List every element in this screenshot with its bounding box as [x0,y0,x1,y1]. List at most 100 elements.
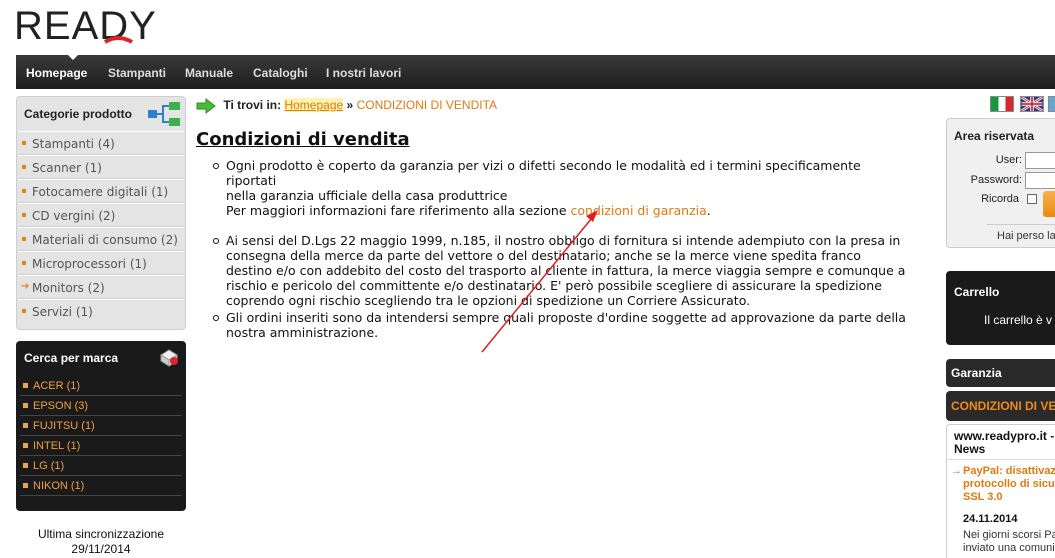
brand-item[interactable]: LG (1) [20,456,182,476]
bullet-icon [23,483,28,488]
category-item[interactable]: Scanner (1) [18,155,184,179]
categories-list: Stampanti (4) Scanner (1) Fotocamere dig… [18,131,184,323]
login-button[interactable] [1043,191,1055,217]
cart-title: Carrello [954,285,1000,299]
password-label: Password: [970,174,1022,186]
category-item[interactable]: Fotocamere digitali (1) [18,179,184,203]
remember-checkbox[interactable] [1027,194,1037,204]
user-input[interactable] [1025,152,1055,169]
list-bullet-icon [213,315,219,321]
garanzia-side-link[interactable]: Garanzia [946,359,1055,387]
nav-stampanti[interactable]: Stampanti [108,66,166,80]
sync-label: Ultima sincronizzazione [37,527,165,541]
other-flag-icon[interactable] [1048,96,1055,112]
bullet-icon [23,423,28,428]
category-item[interactable]: CD vergini (2) [18,203,184,227]
forgot-password-link[interactable]: Hai perso la [997,230,1055,242]
news-excerpt: Nei giorni scorsi Pay inviato una comuni… [963,529,1055,555]
breadcrumb-separator: » [346,98,354,113]
bullet-icon [22,309,26,313]
brand-item[interactable]: ACER (1) [20,376,182,396]
bullet-icon [22,165,26,169]
breadcrumb-label: Ti trovi in: [223,98,282,113]
login-title: Area riservata [954,129,1035,143]
nav-cataloghi[interactable]: Cataloghi [253,66,308,80]
logo-text: READY [14,4,157,46]
category-label: Monitors (2) [32,281,105,295]
brand-item[interactable]: NIKON (1) [20,476,182,496]
arrow-right-icon: → [951,465,962,477]
bullet-icon [23,403,28,408]
remember-label: Ricorda [981,193,1019,205]
brand-label: NIKON (1) [33,480,85,492]
condition-text: Ogni prodotto è coperto da garanzia per … [226,158,861,188]
condition-text: Ai sensi del D.Lgs 22 maggio 1999, n.185… [226,233,906,308]
green-arrow-icon [196,98,216,114]
page-title: Condizioni di vendita [196,129,410,150]
brand-item[interactable]: FUJITSU (1) [20,416,182,436]
bullet-icon [22,237,26,241]
condition-text: Gli ordini inseriti sono da intendersi s… [226,310,906,340]
category-label: CD vergini (2) [32,209,116,223]
list-bullet-icon [213,163,219,169]
news-title: www.readypro.it - News [954,430,1054,456]
nav-manuale[interactable]: Manuale [185,66,233,80]
nav-homepage[interactable]: Homepage [26,66,87,80]
brand-label: EPSON (3) [33,400,89,412]
category-item[interactable]: Servizi (1) [18,299,184,323]
brand-search-icon [160,349,178,367]
brands-list: ACER (1) EPSON (3) FUJITSU (1) INTEL (1)… [20,376,182,496]
brand-item[interactable]: EPSON (3) [20,396,182,416]
news-title-line: News [954,442,986,456]
condizioni-title: CONDIZIONI DI VEN [951,399,1055,413]
category-label: Fotocamere digitali (1) [32,185,169,199]
brand-label: FUJITSU (1) [33,420,95,432]
category-label: Microprocessori (1) [32,257,147,271]
english-flag-icon[interactable] [1020,96,1044,112]
bullet-icon [23,463,28,468]
login-box: Area riservata User: Password: Ricorda H… [946,118,1055,248]
breadcrumb-home-link[interactable]: Homepage [284,98,344,113]
password-input[interactable] [1025,172,1055,189]
nav-nostri-lavori[interactable]: I nostri lavori [326,66,401,80]
expand-arrow-icon: ➔ [21,281,30,292]
category-label: Servizi (1) [32,305,93,319]
condition-text: nella garanzia ufficiale della casa prod… [226,188,508,203]
brands-title: Cerca per marca [24,351,119,365]
divider [947,459,1055,460]
garanzia-link[interactable]: condizioni di garanzia [570,203,706,218]
page-content: Ogni prodotto è coperto da garanzia per … [210,158,910,340]
breadcrumb-current: CONDIZIONI DI VENDITA [356,98,498,113]
news-item-link[interactable]: → PayPal: disattivaz protocollo di sicu … [951,465,1055,504]
category-item[interactable]: Materiali di consumo (2) [18,227,184,251]
news-item-line: PayPal: disattivaz [963,465,1055,477]
brand-label: INTEL (1) [33,440,81,452]
category-item[interactable]: Stampanti (4) [18,131,184,155]
brand-item[interactable]: INTEL (1) [20,436,182,456]
category-label: Materiali di consumo (2) [32,233,178,247]
ready-logo[interactable]: READY [14,4,224,46]
news-excerpt-line: Nei giorni scorsi Pay [963,529,1055,541]
category-item[interactable]: ➔ Monitors (2) [18,275,184,299]
news-item-line: protocollo di sicu [963,478,1055,490]
news-date: 24.11.2014 [963,513,1018,525]
bullet-icon [22,261,26,265]
condition-item: Ai sensi del D.Lgs 22 maggio 1999, n.185… [210,233,910,308]
category-label: Scanner (1) [32,161,102,175]
bullet-icon [22,213,26,217]
condition-text-pre: Per maggiori informazioni fare riferimen… [226,203,571,218]
sync-info: Ultima sincronizzazione 29/11/2014 [16,527,186,557]
brands-box: Cerca per marca ACER (1) EPSON (3) FUJIT… [16,341,186,511]
bullet-icon [22,189,26,193]
bullet-icon [23,443,28,448]
nav-active-pointer [67,54,79,60]
condition-text: Per maggiori informazioni fare riferimen… [226,203,910,218]
category-item[interactable]: Microprocessori (1) [18,251,184,275]
brand-label: LG (1) [33,460,65,472]
news-box: www.readypro.it - News → PayPal: disatti… [946,424,1055,558]
news-item-line: SSL 3.0 [963,491,1003,503]
italian-flag-icon[interactable] [990,96,1014,112]
condizioni-side-link[interactable]: CONDIZIONI DI VEN [946,391,1055,421]
divider [987,224,1055,225]
brand-label: ACER (1) [33,380,81,392]
